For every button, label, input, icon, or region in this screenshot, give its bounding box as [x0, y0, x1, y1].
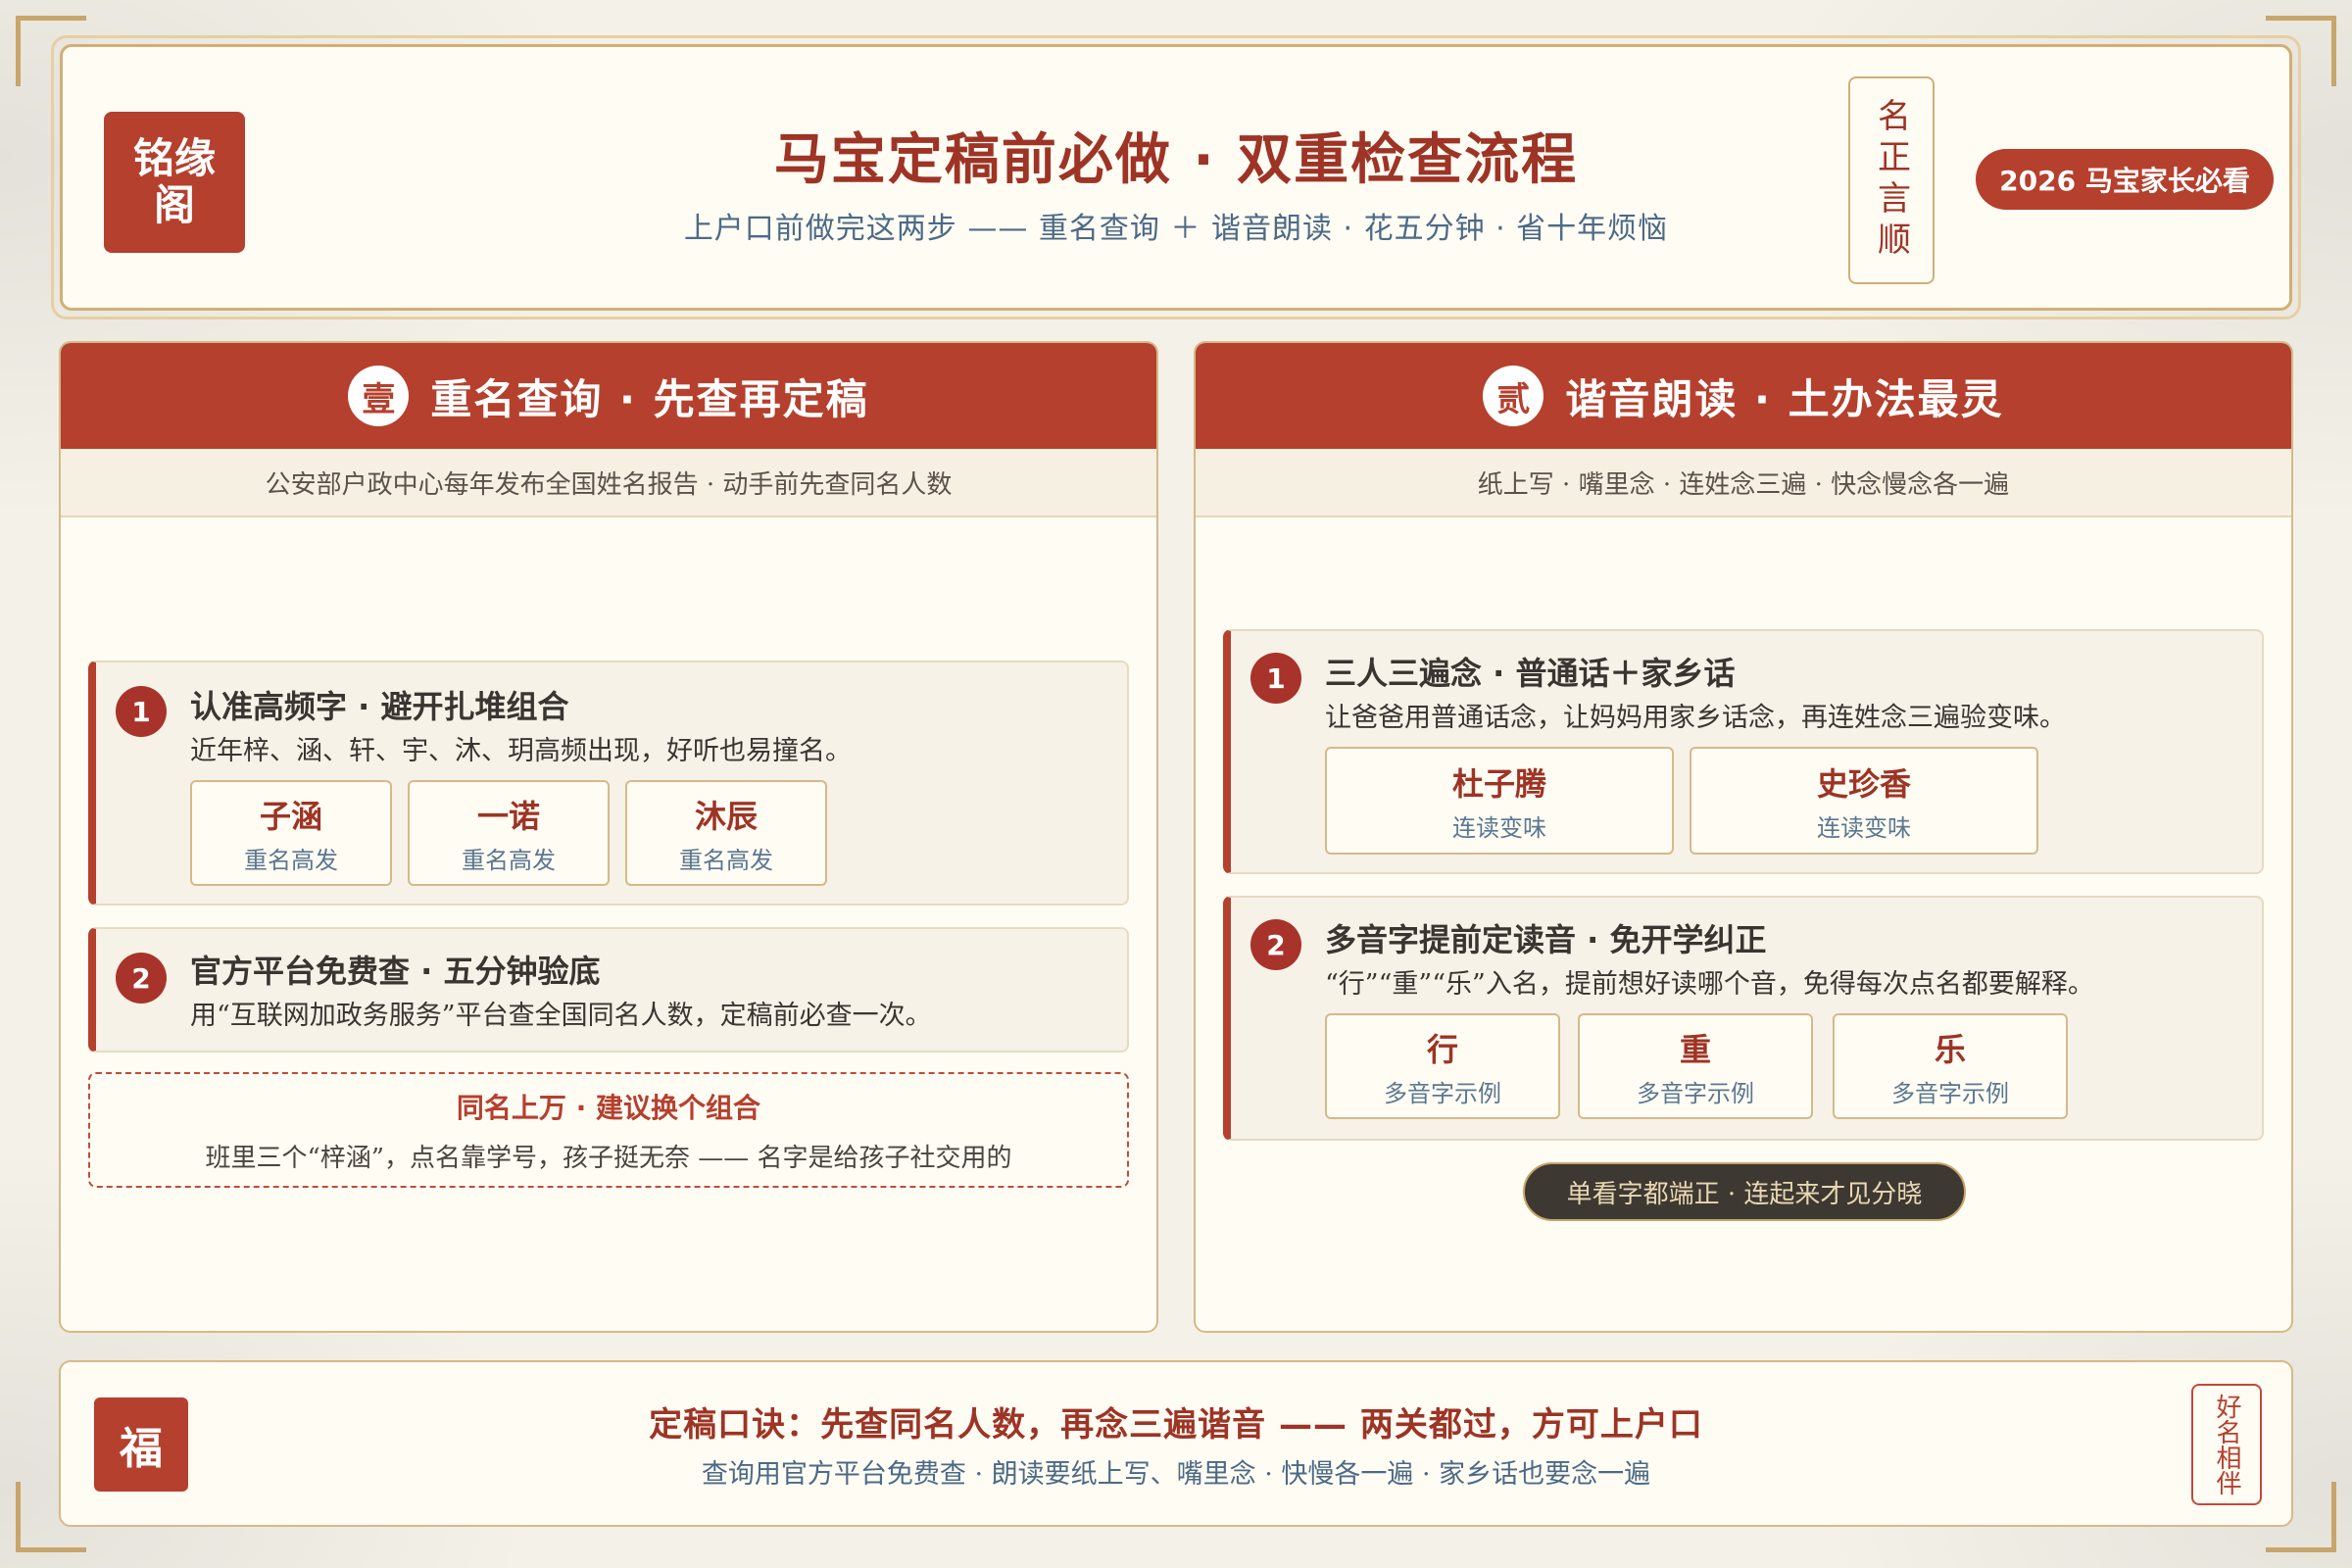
tag-name: 子涵: [259, 797, 322, 835]
tag-note: 多音字示例: [1891, 1079, 2009, 1107]
tag-name: 行: [1426, 1030, 1458, 1068]
page-title: 马宝定稿前必做 · 双重检查流程: [773, 128, 1579, 192]
warning-box: 同名上万 · 建议换个组合 班里三个“梓涵”，点名靠学号，孩子挺无奈 —— 名字…: [88, 1072, 1129, 1188]
panel-header: 壹 重名查询 · 先查再定稿: [61, 343, 1156, 449]
footer-title: 定稿口诀：先查同名人数，再念三遍谐音 —— 两关都过，方可上户口: [649, 1405, 1703, 1445]
tag-name: 杜子腾: [1451, 764, 1546, 803]
tag-note: 多音字示例: [1637, 1079, 1754, 1107]
panel-number: 壹: [348, 366, 410, 426]
step-card: 1 三人三遍念 · 普通话＋家乡话 让爸爸用普通话念，让妈妈用家乡话念，再连姓念…: [1223, 629, 2264, 874]
warning-text: 班里三个“梓涵”，点名靠学号，孩子挺无奈 —— 名字是给孩子社交用的: [205, 1143, 1012, 1173]
step-card: 1 认准高频字 · 避开扎堆组合 近年梓、涵、轩、宇、沐、玥高频出现，好听也易撞…: [88, 661, 1129, 906]
year-badge: 2026 马宝家长必看: [1976, 149, 2274, 210]
step-number: 2: [1250, 919, 1301, 970]
header-card: 铭缘阁 马宝定稿前必做 · 双重检查流程 上户口前做完这两步 —— 重名查询 ＋…: [60, 44, 2292, 311]
header: 铭缘阁 马宝定稿前必做 · 双重检查流程 上户口前做完这两步 —— 重名查询 ＋…: [51, 35, 2301, 319]
step-description: 让爸爸用普通话念，让妈妈用家乡话念，再连姓念三遍验变味。: [1325, 703, 2066, 733]
panel-subtitle: 纸上写 · 嘴里念 · 连姓念三遍 · 快念慢念各一遍: [1196, 449, 2291, 517]
panel-subtitle: 公安部户政中心每年发布全国姓名报告 · 动手前先查同名人数: [61, 449, 1156, 517]
step-number: 2: [116, 953, 167, 1004]
name-tag: 沐辰 重名高发: [625, 780, 827, 886]
panel-title: 重名查询 · 先查再定稿: [430, 374, 869, 423]
page-subtitle: 上户口前做完这两步 —— 重名查询 ＋ 谐音朗读 · 花五分钟 · 省十年烦恼: [683, 212, 1669, 246]
tag-name: 史珍香: [1816, 764, 1911, 803]
vertical-stamp-text: 名正言顺: [1871, 98, 1911, 263]
footer: 福 定稿口诀：先查同名人数，再念三遍谐音 —— 两关都过，方可上户口 查询用官方…: [59, 1360, 2293, 1527]
name-tag: 杜子腾 连读变味: [1325, 747, 1674, 855]
tag-note: 连读变味: [1452, 813, 1546, 842]
step-number: 1: [1250, 653, 1301, 704]
panel-title: 谐音朗读 · 土办法最灵: [1565, 374, 2004, 423]
char-tag: 行 多音字示例: [1325, 1013, 1560, 1119]
tag-name: 一诺: [476, 797, 540, 835]
footer-subtitle: 查询用官方平台免费查 · 朗读要纸上写、嘴里念 · 快慢各一遍 · 家乡话也要念…: [701, 1459, 1651, 1490]
panel-duplicate-name-check: 壹 重名查询 · 先查再定稿 公安部户政中心每年发布全国姓名报告 · 动手前先查…: [59, 341, 1158, 1333]
footer-stamp: 好名相伴: [2191, 1384, 2262, 1505]
tag-name: 重: [1679, 1030, 1711, 1068]
warning-title: 同名上万 · 建议换个组合: [456, 1091, 761, 1124]
char-tag: 重 多音字示例: [1578, 1013, 1813, 1119]
step-title: 认准高频字 · 避开扎堆组合: [190, 688, 569, 725]
footer-stamp-text: 好名相伴: [2212, 1394, 2241, 1495]
step-title: 官方平台免费查 · 五分钟验底: [190, 953, 601, 990]
char-tag: 乐 多音字示例: [1833, 1013, 2068, 1119]
step-description: “行”“重”“乐”入名，提前想好读哪个音，免得每次点名都要解释。: [1325, 969, 2094, 1000]
tag-note: 多音字示例: [1384, 1079, 1501, 1107]
step-description: 用“互联网加政务服务”平台查全国同名人数，定稿前必查一次。: [190, 1001, 932, 1031]
step-title: 三人三遍念 · 普通话＋家乡话: [1325, 655, 1736, 692]
vertical-stamp: 名正言顺: [1848, 76, 1935, 284]
name-tag: 子涵 重名高发: [190, 780, 392, 886]
tag-note: 连读变味: [1817, 813, 1911, 842]
step-card: 2 官方平台免费查 · 五分钟验底 用“互联网加政务服务”平台查全国同名人数，定…: [88, 927, 1129, 1053]
tag-name: 沐辰: [694, 797, 758, 835]
step-description: 近年梓、涵、轩、宇、沐、玥高频出现，好听也易撞名。: [190, 736, 852, 766]
name-tag: 史珍香 连读变味: [1690, 747, 2038, 855]
panel-number: 贰: [1483, 366, 1544, 426]
tip-pill: 单看字都端正 · 连起来才见分晓: [1523, 1162, 1966, 1221]
tag-note: 重名高发: [679, 846, 773, 874]
step-number: 1: [116, 686, 167, 737]
panel-header: 贰 谐音朗读 · 土办法最灵: [1196, 343, 2291, 449]
name-tag: 一诺 重名高发: [408, 780, 610, 886]
panel-homophone-reading: 贰 谐音朗读 · 土办法最灵 纸上写 · 嘴里念 · 连姓念三遍 · 快念慢念各…: [1194, 341, 2293, 1333]
tag-note: 重名高发: [462, 846, 556, 874]
tag-note: 重名高发: [244, 846, 338, 874]
tag-name: 乐: [1934, 1030, 1966, 1068]
step-card: 2 多音字提前定读音 · 免开学纠正 “行”“重”“乐”入名，提前想好读哪个音，…: [1223, 896, 2264, 1141]
step-title: 多音字提前定读音 · 免开学纠正: [1325, 921, 1767, 958]
